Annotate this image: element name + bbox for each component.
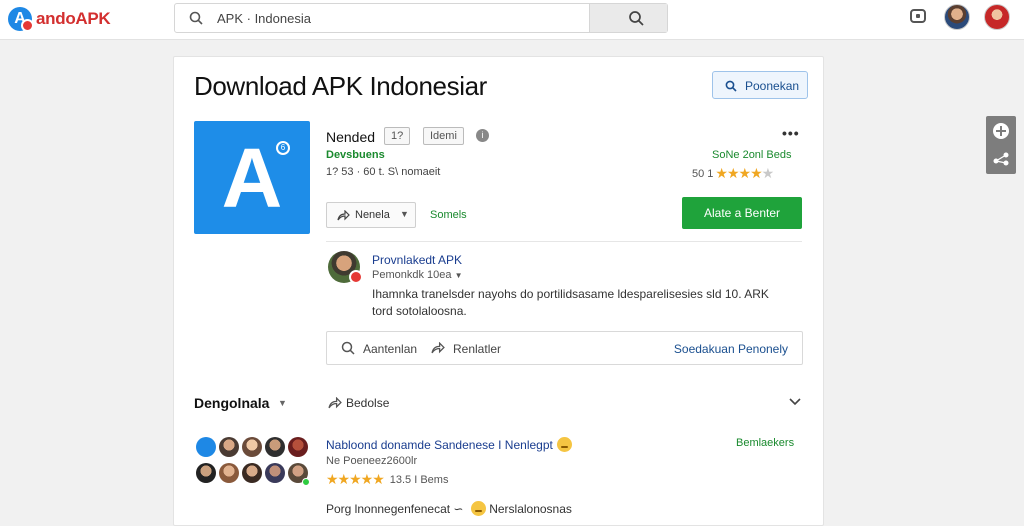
notifications-icon[interactable] <box>910 9 926 23</box>
app-icon: A 6 <box>194 121 310 234</box>
app-detail-card: Download APK Indonesiar Poonekan A 6 Nen… <box>173 56 824 526</box>
logo-text: andoAPK <box>36 9 111 28</box>
search-button[interactable] <box>589 4 667 32</box>
somels-link[interactable]: Somels <box>430 209 467 221</box>
share-icon <box>337 210 350 221</box>
review-title[interactable]: Nabloond donamde Sandenese I Nenlegpt <box>326 437 572 452</box>
review-text-body: Porg lnonnegenfenecat ∽ <box>326 502 464 516</box>
publisher-sub[interactable]: Pemonkdk 10ea ▼ <box>372 269 462 281</box>
reviewer-avatar[interactable] <box>219 463 239 483</box>
publisher-sub-text: Pemonkdk 10ea <box>372 269 452 281</box>
size-chip: Idemi <box>423 127 464 145</box>
account-avatar[interactable] <box>984 4 1010 30</box>
chevron-down-icon[interactable]: ▼ <box>278 398 287 408</box>
reviewer-avatar[interactable] <box>265 437 285 457</box>
reviewer-avatar[interactable] <box>196 463 216 483</box>
page-title: Download APK Indonesiar <box>194 71 487 101</box>
search-bar[interactable]: APK · Indonesia <box>174 3 668 33</box>
search-icon <box>341 341 355 355</box>
search-icon <box>629 11 644 26</box>
review-title-text: Nabloond donamde Sandenese I Nenlegpt <box>326 438 553 452</box>
chevron-down-icon: ▼ <box>454 271 463 280</box>
search-icon <box>725 80 737 92</box>
more-options-icon[interactable]: ••• <box>782 125 800 141</box>
reviewer-avatar[interactable] <box>288 437 308 457</box>
search-icon <box>189 11 203 25</box>
logo-icon <box>8 7 34 32</box>
app-meta: 1? 53 · 60 t. S\ nomaeit <box>326 166 441 178</box>
site-logo[interactable]: andoAPK <box>8 6 111 32</box>
section-title[interactable]: Dengolnala <box>194 395 269 411</box>
install-button[interactable]: Alate a Benter <box>682 197 802 229</box>
header-button-label: Poonekan <box>745 79 800 93</box>
share-icon <box>431 342 445 354</box>
rating-star-empty: ★ <box>761 165 775 181</box>
developer-link[interactable]: Devsbuens <box>326 149 385 161</box>
review-text-tail: Nerslalonosnas <box>489 502 572 516</box>
app-icon-badge: 6 <box>276 141 290 155</box>
review-subtitle: Ne Poeneez2600lr <box>326 455 418 467</box>
app-icon-letter: A <box>221 131 283 225</box>
top-bar: andoAPK APK · Indonesia <box>0 0 1024 40</box>
search-input[interactable]: APK · Indonesia <box>217 11 311 26</box>
review-stars: ★★★★★ <box>326 471 385 487</box>
gamepad-icon[interactable] <box>992 122 1010 140</box>
reviewer-avatar[interactable] <box>242 463 262 483</box>
share-icon <box>328 397 342 409</box>
action-bar: Aantenlan Renlatler Soedakuan Penonely <box>326 331 803 365</box>
section-share[interactable]: Bedolse <box>346 396 389 410</box>
publisher-name[interactable]: Provnlakedt APK <box>372 253 462 267</box>
chevron-down-icon[interactable] <box>788 397 802 407</box>
publisher-description: Ihamnka tranelsder nayohs do portilidsas… <box>372 287 769 318</box>
version-chip: 1? <box>384 127 411 145</box>
emoji-icon <box>556 437 572 452</box>
chevron-down-icon: ▼ <box>400 209 409 219</box>
action-more-link[interactable]: Soedakuan Penonely <box>674 342 788 356</box>
publisher-avatar[interactable] <box>328 251 363 284</box>
review-text: Porg lnonnegenfenecat ∽ Nerslalonosnas <box>326 501 572 516</box>
divider <box>326 241 802 242</box>
action-search[interactable]: Aantenlan <box>363 342 417 356</box>
header-search-button[interactable]: Poonekan <box>712 71 808 99</box>
review-rating: ★★★★★ 13.5 I Bems <box>326 471 448 488</box>
reviewer-avatar[interactable] <box>219 437 239 457</box>
downloads-label: SoNe 2onl Beds <box>712 149 792 161</box>
rating-prefix: 50 1 <box>692 167 714 180</box>
user-avatar[interactable] <box>944 4 970 30</box>
side-tool-panel <box>986 116 1016 174</box>
share-label: Nenela <box>355 209 390 221</box>
review-right-link[interactable]: Bemlaekers <box>736 437 794 449</box>
app-rating: 50 1 ★★★★ ★ <box>692 165 774 182</box>
reviewer-avatar[interactable] <box>196 437 216 457</box>
share-dropdown[interactable]: Nenela ▼ <box>326 202 416 228</box>
action-share[interactable]: Renlatler <box>453 342 501 356</box>
online-status-dot <box>302 478 310 486</box>
emoji-icon <box>470 501 486 516</box>
reviewer-avatar[interactable] <box>265 463 285 483</box>
info-icon[interactable]: i <box>476 129 489 142</box>
review-rating-text: 13.5 I Bems <box>389 473 449 486</box>
reviewer-avatar[interactable] <box>242 437 262 457</box>
rating-stars: ★★★★ <box>715 165 762 181</box>
app-name: Nended <box>326 129 376 145</box>
share-network-icon[interactable] <box>992 150 1010 166</box>
